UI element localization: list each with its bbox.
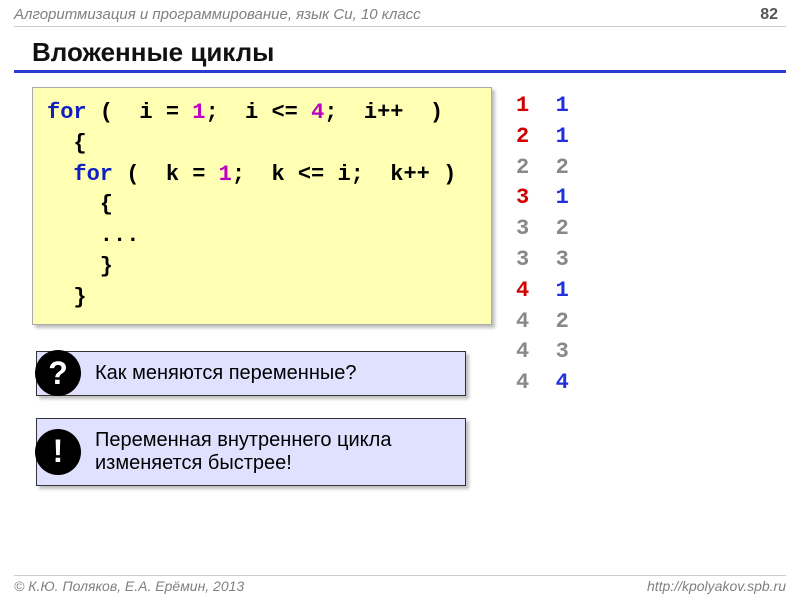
exclaim-badge: ! [35, 429, 81, 475]
footer: © К.Ю. Поляков, Е.А. Ерёмин, 2013 http:/… [14, 575, 786, 594]
trace-k: 1 [556, 124, 569, 149]
title-rule [14, 70, 786, 73]
trace-k: 4 [556, 370, 569, 395]
question-badge: ? [35, 350, 81, 396]
trace-k: 3 [556, 247, 569, 272]
keyword-for: for [73, 162, 113, 187]
trace-k: 3 [556, 339, 569, 364]
trace-i: 4 [516, 339, 529, 364]
trace-k: 2 [556, 155, 569, 180]
trace-i: 1 [516, 93, 529, 118]
trace-i: 2 [516, 124, 529, 149]
trace-k: 1 [556, 93, 569, 118]
trace-i: 4 [516, 309, 529, 334]
slide-title: Вложенные циклы [32, 37, 786, 68]
trace-k: 1 [556, 278, 569, 303]
trace-i: 2 [516, 155, 529, 180]
trace-i: 3 [516, 185, 529, 210]
footer-authors: К.Ю. Поляков, Е.А. Ерёмин, 2013 [28, 578, 244, 594]
callout-question: ? Как меняются переменные? [36, 351, 466, 396]
trace-i: 4 [516, 370, 529, 395]
callout-exclaim: ! Переменная внутреннего цикла изменяетс… [36, 418, 466, 486]
callout-exclaim-text: Переменная внутреннего цикла изменяется … [95, 429, 391, 474]
code-block: for ( i = 1; i <= 4; i++ ) { for ( k = 1… [32, 87, 492, 325]
trace-k: 1 [556, 185, 569, 210]
keyword-for: for [47, 100, 87, 125]
trace-k: 2 [556, 309, 569, 334]
trace-i: 3 [516, 216, 529, 241]
header: Алгоритмизация и программирование, язык … [14, 6, 786, 27]
trace-i: 4 [516, 278, 529, 303]
trace-output: 1 1 2 1 2 2 3 1 3 2 3 3 4 1 4 2 4 3 4 4 [516, 87, 569, 399]
trace-i: 3 [516, 247, 529, 272]
course-name: Алгоритмизация и программирование, язык … [14, 6, 760, 23]
footer-url: http://kpolyakov.spb.ru [647, 578, 786, 594]
callout-question-text: Как меняются переменные? [95, 362, 357, 384]
trace-k: 2 [556, 216, 569, 241]
page-number: 82 [760, 6, 786, 24]
